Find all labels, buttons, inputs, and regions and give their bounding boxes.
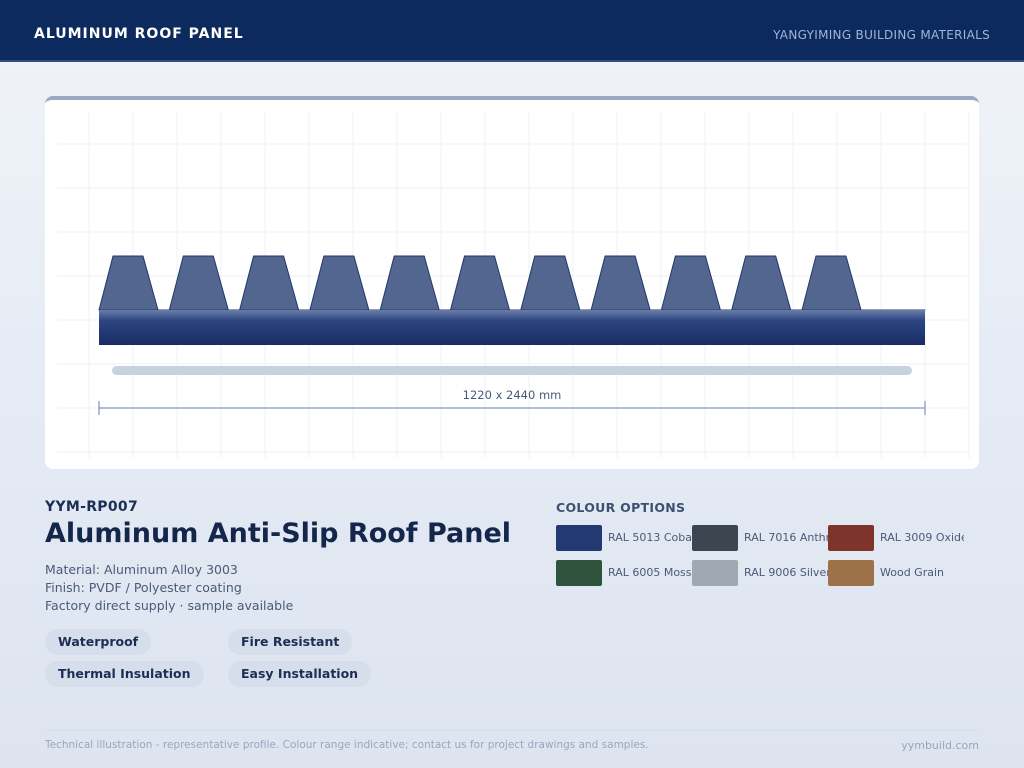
colour-label: RAL 9006 Silver [744, 566, 828, 579]
colour-options-heading: COLOUR OPTIONS [556, 500, 686, 515]
product-sku: YYM-RP007 [45, 499, 138, 515]
panel-rib-profile [98, 255, 926, 311]
dimension-label: 1220 x 2440 mm [463, 388, 562, 402]
colour-swatch [692, 525, 738, 551]
panel-shadow-bar [112, 366, 912, 375]
footer-website-link[interactable]: yymbuild.com [901, 739, 979, 752]
footer-divider [45, 730, 979, 731]
colour-swatch [556, 560, 602, 586]
colour-option-wood-grain[interactable]: Wood Grain [828, 560, 964, 586]
header-title: ALUMINUM ROOF PANEL [34, 26, 244, 42]
roof-panel-illustration: 1220 x 2440 mm [57, 112, 970, 458]
panel-ribs [98, 255, 926, 311]
colour-option-silver[interactable]: RAL 9006 Silver [692, 560, 828, 586]
colour-option-anthracite-grey[interactable]: RAL 7016 Anthracite Grey [692, 525, 828, 551]
colour-swatch [828, 525, 874, 551]
colour-label: RAL 3009 Oxide Red [880, 531, 964, 544]
colour-swatch [828, 560, 874, 586]
spec-supply: Factory direct supply · sample available [45, 598, 294, 613]
spec-finish: Finish: PVDF / Polyester coating [45, 580, 242, 595]
product-title: Aluminum Anti-Slip Roof Panel [45, 518, 512, 549]
colour-label: RAL 6005 Moss Green [608, 566, 692, 579]
colour-swatch [556, 525, 602, 551]
feature-badge-easy-installation: Easy Installation [228, 661, 372, 687]
panel-base [99, 310, 925, 345]
colour-swatch [692, 560, 738, 586]
colour-option-cobalt-blue[interactable]: RAL 5013 Cobalt Blue [556, 525, 692, 551]
colour-option-oxide-red[interactable]: RAL 3009 Oxide Red [828, 525, 964, 551]
colour-label: RAL 5013 Cobalt Blue [608, 531, 692, 544]
footer-note: Technical illustration - representative … [45, 739, 649, 751]
feature-badge-waterproof: Waterproof [45, 629, 152, 655]
colour-label: RAL 7016 Anthracite Grey [744, 531, 828, 544]
spec-material: Material: Aluminum Alloy 3003 [45, 562, 238, 577]
company-name: YANGYIMING BUILDING MATERIALS [773, 28, 990, 42]
feature-badge-thermal-insulation: Thermal Insulation [45, 661, 204, 687]
header-bar: ALUMINUM ROOF PANEL YANGYIMING BUILDING … [0, 0, 1024, 62]
colour-option-moss-green[interactable]: RAL 6005 Moss Green [556, 560, 692, 586]
feature-badge-fire-resistant: Fire Resistant [228, 629, 353, 655]
product-illustration-card: 1220 x 2440 mm [45, 96, 979, 469]
colour-label: Wood Grain [880, 566, 944, 579]
